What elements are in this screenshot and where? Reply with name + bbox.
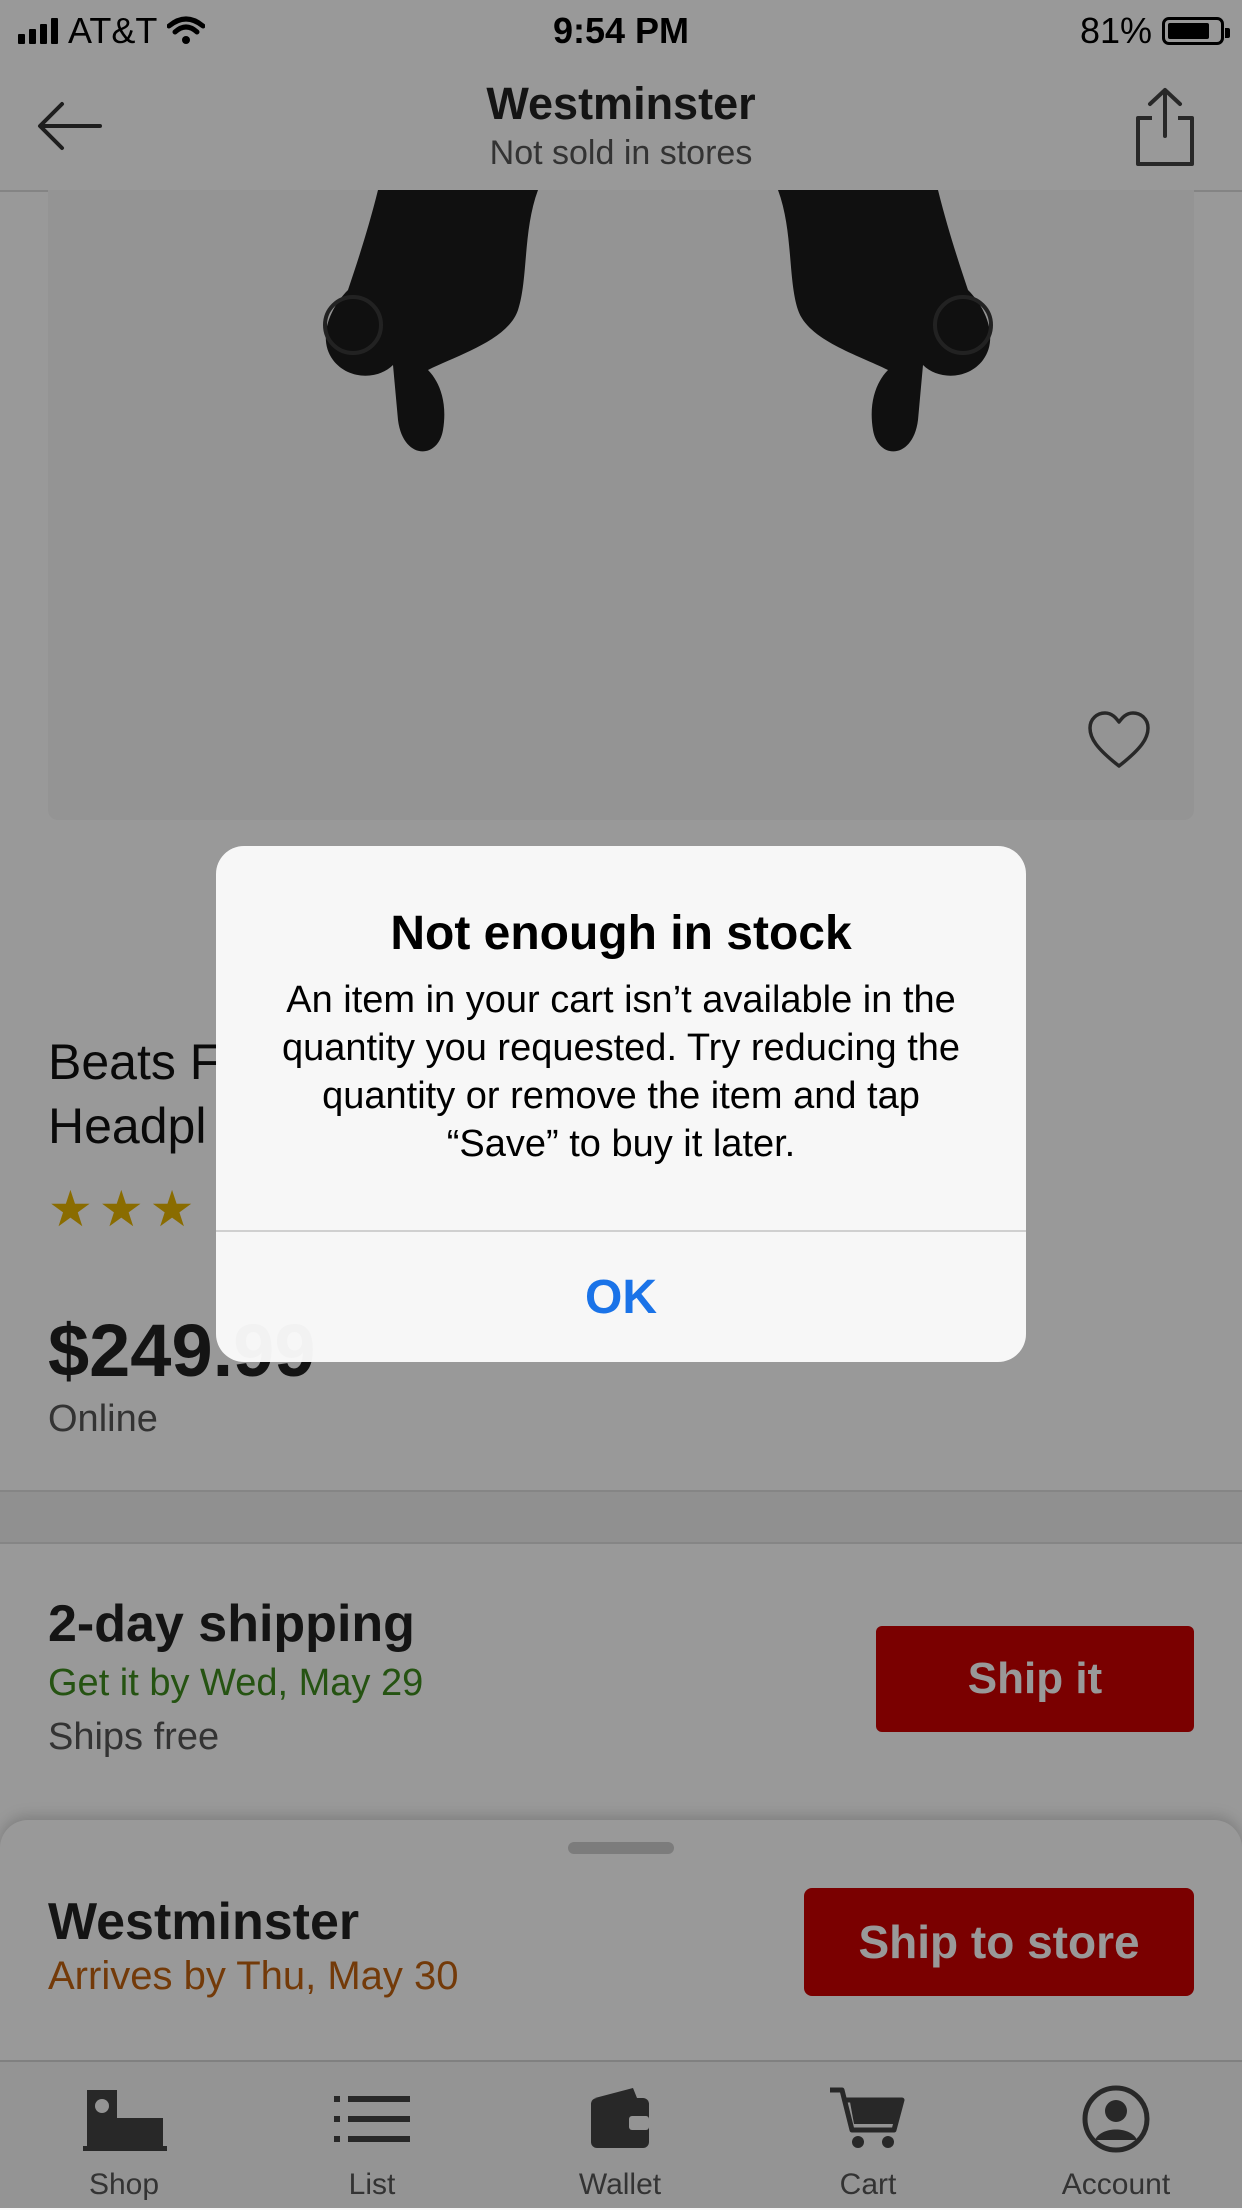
stock-alert-dialog: Not enough in stock An item in your cart…	[216, 846, 1026, 1362]
alert-ok-button[interactable]: OK	[216, 1232, 1026, 1362]
alert-message: An item in your cart isn’t available in …	[281, 979, 961, 1165]
product-detail-screen: AT&T 9:54 PM 81% Westminster Not sold in…	[0, 0, 1242, 2210]
alert-title: Not enough in stock	[390, 907, 852, 960]
